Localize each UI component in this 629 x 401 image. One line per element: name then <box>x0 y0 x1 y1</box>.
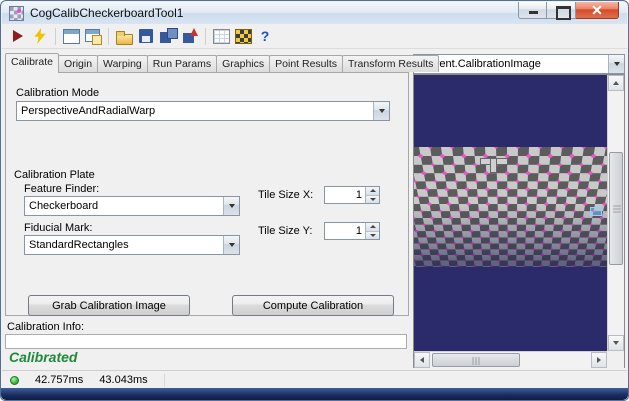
calibration-image-display[interactable] <box>414 75 607 351</box>
image-display-icon[interactable] <box>61 26 81 46</box>
vertical-scroll-thumb[interactable] <box>609 152 623 265</box>
calibration-info-label: Calibration Info: <box>7 321 85 333</box>
close-button[interactable] <box>576 2 619 19</box>
float-display-icon[interactable] <box>83 26 103 46</box>
save-icon[interactable] <box>136 26 156 46</box>
stepper-buttons <box>365 223 379 239</box>
step-up-icon[interactable] <box>366 223 379 232</box>
calibration-image-panel <box>413 74 625 368</box>
scrollbar-corner <box>607 351 624 368</box>
electric-run-icon[interactable] <box>30 26 50 46</box>
fiducial-mark-value: StandardRectangles <box>29 239 129 251</box>
step-down-icon[interactable] <box>366 231 379 239</box>
calibration-mode-value: PerspectiveAndRadialWarp <box>21 105 156 117</box>
import-icon[interactable] <box>180 26 200 46</box>
run-time-text: 42.757ms <box>35 374 84 386</box>
tab-graphics[interactable]: Graphics <box>216 55 271 72</box>
compute-calibration-button[interactable]: Compute Calibration <box>232 295 394 316</box>
scroll-left-icon[interactable] <box>414 352 430 368</box>
calibration-plate-label: Calibration Plate <box>14 169 95 181</box>
tile-size-y-label: Tile Size Y: <box>258 225 313 237</box>
tile-size-x-stepper[interactable]: 1 <box>324 186 380 204</box>
image-view-value: Current.CalibrationImage <box>418 58 541 70</box>
scroll-right-icon[interactable] <box>591 352 607 368</box>
app-window: CogCalibCheckerboardTool1 ? Calibrate Or… <box>0 0 629 401</box>
calibration-status-text: Calibrated <box>9 349 78 365</box>
toolbar-separator <box>205 27 206 45</box>
chevron-down-icon[interactable] <box>373 102 389 120</box>
window-bottom-frame <box>1 388 628 400</box>
caption-buttons <box>518 2 619 20</box>
fiducial-mark-label: Fiducial Mark: <box>24 222 93 234</box>
tile-size-y-value[interactable]: 1 <box>325 223 365 239</box>
statusbar-separator <box>163 373 165 387</box>
horizontal-scrollbar[interactable] <box>414 351 607 368</box>
chevron-down-icon[interactable] <box>608 55 624 73</box>
scroll-up-icon[interactable] <box>608 75 624 91</box>
checkerboard-pattern <box>414 147 607 267</box>
help-icon[interactable]: ? <box>255 26 275 46</box>
vertical-scrollbar[interactable] <box>607 75 624 351</box>
results-icon[interactable] <box>211 26 231 46</box>
scroll-down-icon[interactable] <box>608 335 624 351</box>
tab-point-results[interactable]: Point Results <box>269 55 344 72</box>
tab-calibrate[interactable]: Calibrate <box>5 53 60 73</box>
calibration-mode-select[interactable]: PerspectiveAndRadialWarp <box>16 101 390 121</box>
calibration-info-box[interactable] <box>5 334 407 349</box>
highlight-marker <box>590 207 602 216</box>
status-bar: 42.757ms 43.043ms <box>2 370 627 389</box>
toolbar-separator <box>55 27 56 45</box>
tab-origin[interactable]: Origin <box>58 55 99 72</box>
step-up-icon[interactable] <box>366 187 379 196</box>
toolbar-separator <box>108 27 109 45</box>
open-icon[interactable] <box>114 26 134 46</box>
calibration-mode-label: Calibration Mode <box>16 87 100 99</box>
chevron-down-icon[interactable] <box>223 197 239 215</box>
tab-warping[interactable]: Warping <box>97 55 148 72</box>
calibrate-tab-page: Calibration Mode PerspectiveAndRadialWar… <box>5 72 409 316</box>
grab-calibration-image-button[interactable]: Grab Calibration Image <box>28 295 190 316</box>
tab-transform-results[interactable]: Transform Results <box>342 55 440 72</box>
status-led <box>10 375 19 385</box>
maximize-button[interactable] <box>547 2 576 20</box>
stepper-buttons <box>365 187 379 203</box>
tab-strip: Calibrate Origin Warping Run Params Grap… <box>5 53 440 73</box>
run-icon[interactable] <box>8 26 28 46</box>
fiducial-mark-select[interactable]: StandardRectangles <box>24 235 240 255</box>
image-view-select[interactable]: Current.CalibrationImage <box>413 54 625 74</box>
minimize-button[interactable] <box>518 2 547 19</box>
total-time-text: 43.043ms <box>99 374 148 386</box>
tab-run-params[interactable]: Run Params <box>146 55 218 72</box>
feature-finder-label: Feature Finder: <box>24 183 100 195</box>
checkerboard-squares <box>414 147 607 267</box>
title-bar[interactable]: CogCalibCheckerboardTool1 <box>2 2 627 24</box>
feature-finder-value: Checkerboard <box>29 200 99 212</box>
tile-size-y-stepper[interactable]: 1 <box>324 222 380 240</box>
calibration-icon[interactable] <box>233 26 253 46</box>
feature-finder-select[interactable]: Checkerboard <box>24 196 240 216</box>
tile-size-x-label: Tile Size X: <box>258 189 314 201</box>
horizontal-scroll-thumb[interactable] <box>432 353 520 367</box>
tile-size-x-value[interactable]: 1 <box>325 187 365 203</box>
step-down-icon[interactable] <box>366 195 379 203</box>
save-subtools-icon[interactable] <box>158 26 178 46</box>
fiducial-marker <box>479 155 508 173</box>
chevron-down-icon[interactable] <box>223 236 239 254</box>
app-icon <box>9 5 24 21</box>
window-title: CogCalibCheckerboardTool1 <box>30 6 184 20</box>
toolbar: ? <box>2 24 627 49</box>
